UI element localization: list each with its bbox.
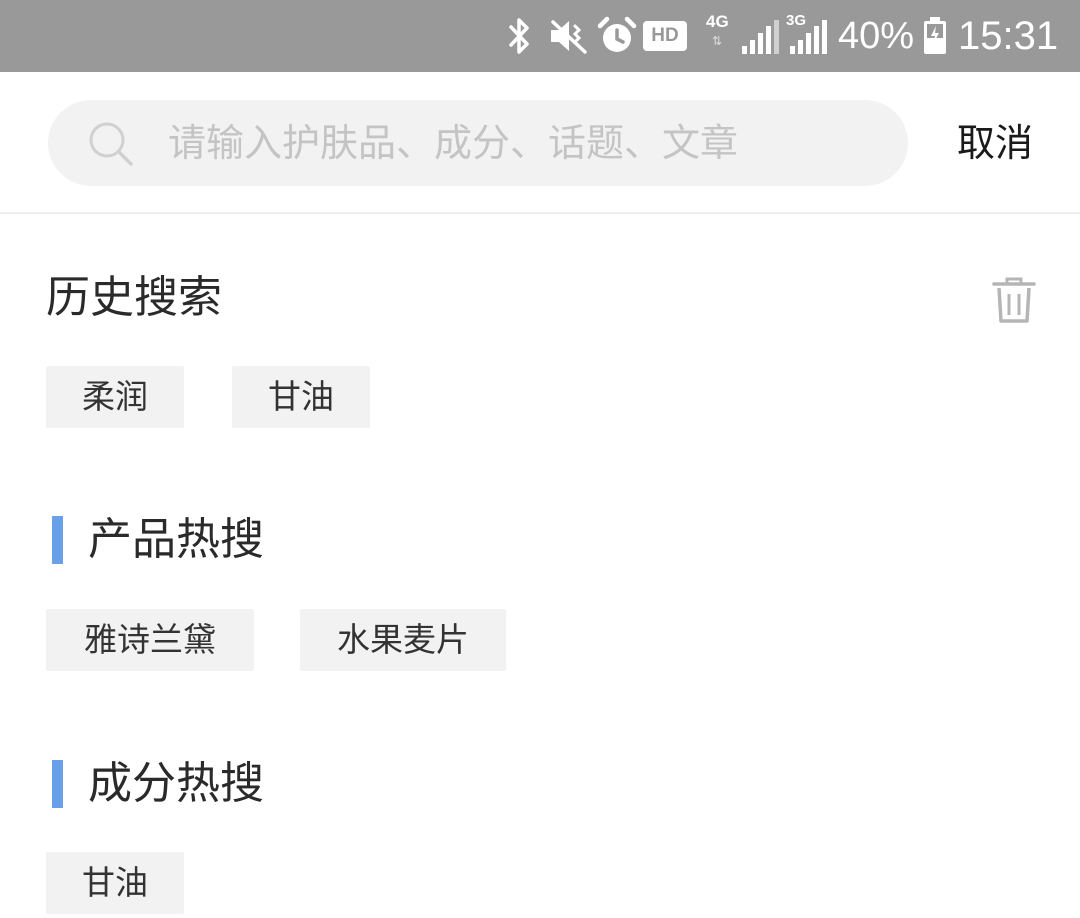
history-title: 历史搜索 <box>46 272 222 323</box>
search-header: 取消 <box>0 72 1080 214</box>
4g-label: 4G <box>706 12 729 31</box>
status-bar: HD 4G ⇅ 3G 40% 15:31 <box>0 0 1080 72</box>
search-input[interactable] <box>168 100 888 186</box>
vibrate-icon <box>546 0 590 72</box>
battery-percent: 40% <box>838 15 915 57</box>
hot-products-accent-bar <box>52 516 63 564</box>
alarm-icon <box>596 0 638 72</box>
4g-signal-icon: 4G ⇅ <box>704 0 780 72</box>
history-tag[interactable]: 甘油 <box>232 366 370 428</box>
hot-ingredients-accent-bar <box>52 760 63 808</box>
hot-ingredient-tag[interactable]: 甘油 <box>46 852 184 914</box>
hot-products-title: 产品热搜 <box>88 514 264 565</box>
search-icon <box>89 122 133 166</box>
trash-icon <box>992 277 1036 323</box>
hot-product-tag[interactable]: 雅诗兰黛 <box>46 609 254 671</box>
history-tag[interactable]: 柔润 <box>46 366 184 428</box>
search-box[interactable] <box>48 100 908 186</box>
hd-icon: HD <box>642 0 688 72</box>
clock-time: 15:31 <box>958 14 1059 58</box>
3g-signal-icon: 3G <box>786 0 828 72</box>
hot-ingredients-title: 成分热搜 <box>88 758 264 809</box>
hd-label: HD <box>643 21 687 51</box>
bluetooth-icon <box>504 0 534 72</box>
battery-charging-icon <box>920 0 950 72</box>
cancel-button[interactable]: 取消 <box>940 100 1050 186</box>
hot-product-tag[interactable]: 水果麦片 <box>300 609 506 671</box>
clear-history-button[interactable] <box>986 272 1042 328</box>
